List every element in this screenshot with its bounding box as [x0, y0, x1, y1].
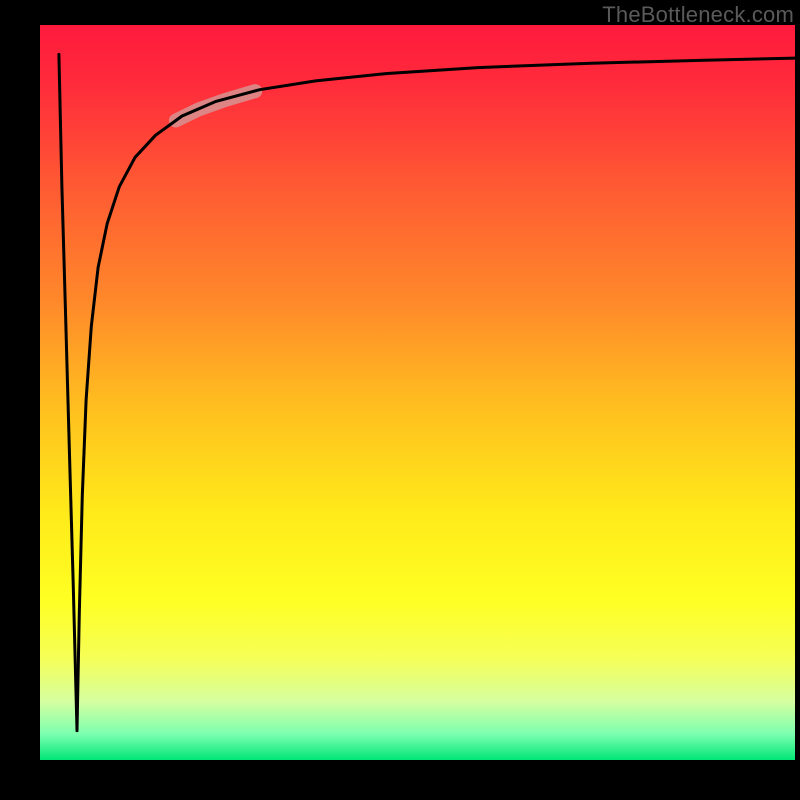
series-down-stroke: [59, 54, 77, 730]
series-log-curve: [77, 58, 795, 731]
chart-frame: TheBottleneck.com: [0, 0, 800, 800]
curve-layer: [40, 25, 795, 760]
